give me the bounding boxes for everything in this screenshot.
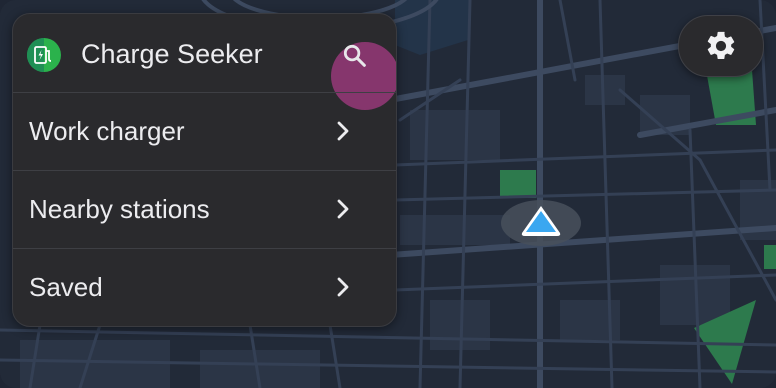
charger-glyph: [34, 46, 52, 64]
head-unit-screen: Charge Seeker Work charger Nearby statio…: [0, 0, 776, 388]
chevron-right-icon: [337, 277, 349, 297]
chevron-right-icon: [337, 199, 349, 219]
search-icon[interactable]: [341, 42, 369, 70]
menu-item-nearby-stations[interactable]: Nearby stations: [13, 170, 396, 248]
menu-item-label: Nearby stations: [29, 194, 210, 224]
ev-charger-icon: [27, 38, 61, 72]
menu-item-work-charger[interactable]: Work charger: [13, 92, 396, 170]
chevron-right-icon: [337, 121, 349, 141]
app-header: Charge Seeker: [13, 14, 396, 110]
settings-button[interactable]: [678, 15, 764, 77]
menu-item-label: Work charger: [29, 116, 185, 146]
menu-item-label: Saved: [29, 272, 103, 302]
current-location-marker: [501, 200, 581, 246]
menu-item-saved[interactable]: Saved: [13, 248, 396, 326]
app-menu-panel: Charge Seeker Work charger Nearby statio…: [12, 13, 397, 327]
navigation-arrow-icon: [501, 200, 581, 246]
app-title: Charge Seeker: [81, 39, 263, 69]
gear-icon: [707, 31, 735, 60]
